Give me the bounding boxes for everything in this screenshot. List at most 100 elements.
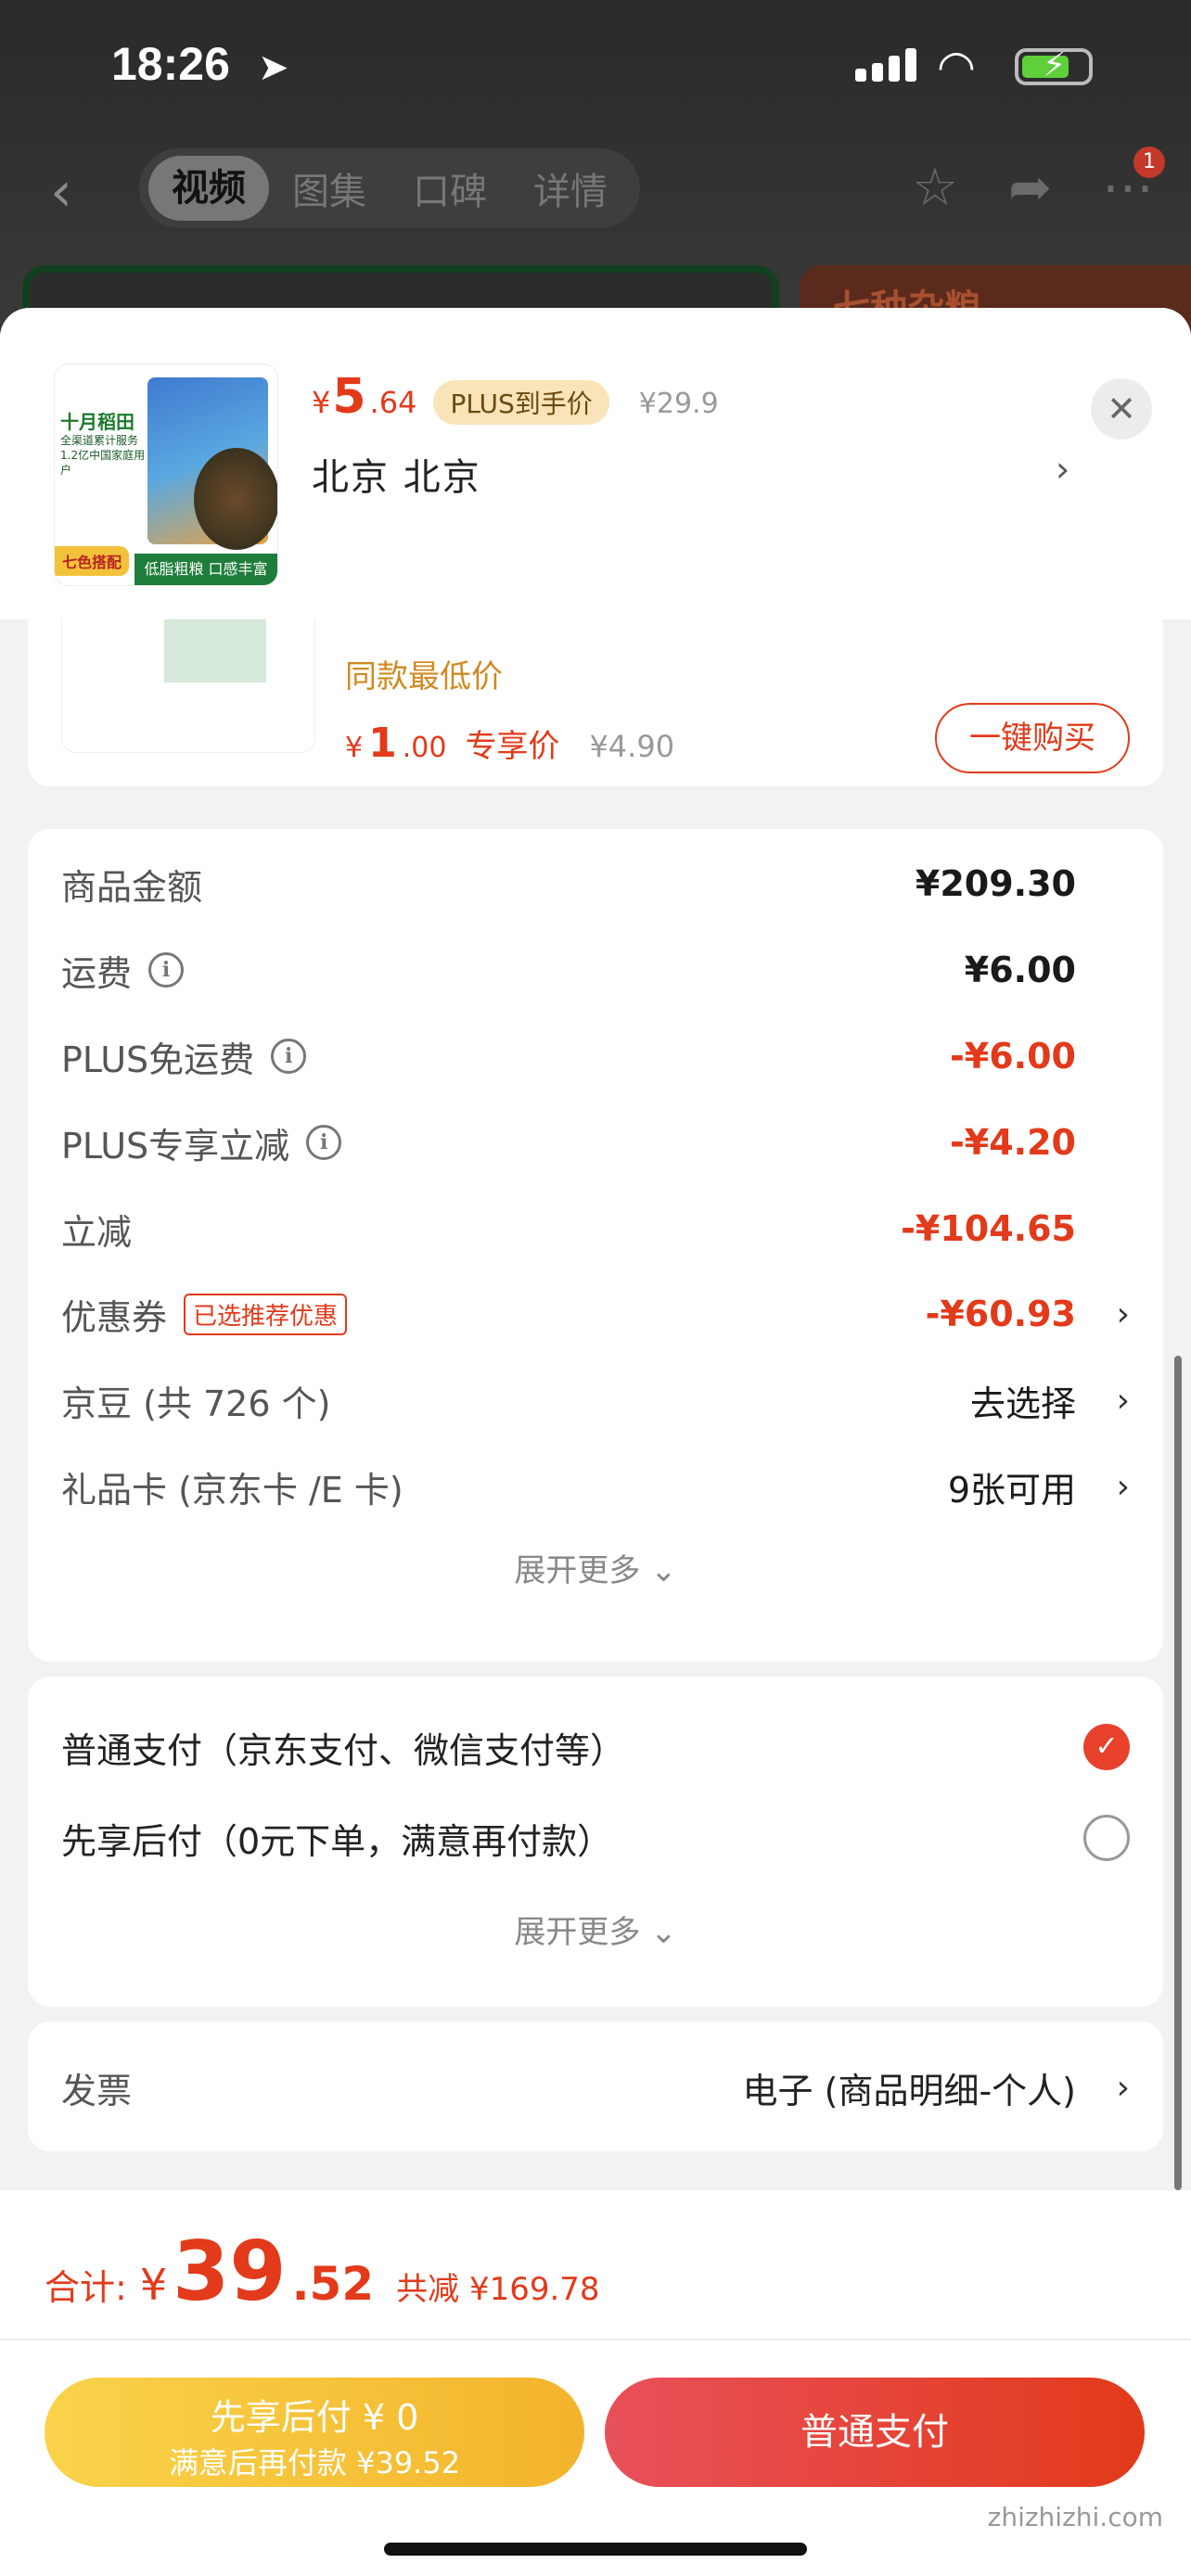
nav-tabs: 视频 图集 口碑 详情: [139, 148, 640, 228]
price-decimal: .64: [369, 385, 417, 420]
expand-more-fees[interactable]: 展开更多 ⌄: [28, 1545, 1163, 1590]
footer-divider: [0, 2339, 1191, 2340]
order-total: 合计: ¥ 39 .52 共减 ¥169.78: [45, 2224, 600, 2319]
gift-card-row[interactable]: 礼品卡 (京东卡 /E 卡) 9张可用 ›: [61, 1454, 1130, 1519]
coupon-label: 优惠券: [61, 1296, 168, 1338]
payment-option-normal[interactable]: 普通支付（京东支付、微信支付等） ✓: [61, 1710, 1130, 1784]
tab-reviews[interactable]: 口碑: [390, 161, 510, 215]
fee-breakdown-card: 商品金额 ¥209.30 运费 i ¥6.00 PLUS免运费 i -¥6.00 P…: [28, 829, 1163, 1328]
product-nav-bar: ‹ 视频 图集 口碑 详情 ☆ ➦ ⋯ 1: [0, 147, 1191, 232]
promo-product-image: [61, 605, 315, 753]
original-price: ¥29.9: [638, 388, 719, 420]
checkout-sheet: 十月稻田 全渠道累计服务 1.2亿中国家庭用户 七色搭配 低脂粗粮 口感丰富 ¥…: [0, 308, 1191, 2576]
jd-beans-value: 去选择: [969, 1383, 1076, 1424]
promo-label: 专享价: [465, 728, 560, 765]
total-integer: 39: [173, 2224, 287, 2319]
total-decimal: .52: [291, 2257, 375, 2311]
jd-beans-row[interactable]: 京豆 (共 726 个) 去选择 ›: [61, 1368, 1130, 1433]
chevron-right-icon: ›: [1116, 1381, 1130, 1420]
payment-method-card: 普通支付（京东支付、微信支付等） ✓ 先享后付（0元下单，满意再付款） 展开更多…: [28, 1677, 1163, 2007]
delivery-address[interactable]: 北京 北京: [312, 447, 481, 501]
shipping-row: 运费 i ¥6.00: [61, 937, 1130, 1002]
chevron-right-icon[interactable]: ›: [1056, 449, 1069, 490]
coupon-row[interactable]: 优惠券 已选推荐优惠 -¥60.93 ›: [61, 1282, 1130, 1346]
tab-details[interactable]: 详情: [510, 161, 631, 215]
gift-card-label: 礼品卡 (京东卡 /E 卡): [61, 1469, 403, 1511]
invoice-row[interactable]: 发票 电子 (商品明细-个人) ›: [61, 2055, 1130, 2120]
instant-discount-row: 立减 -¥104.65: [61, 1196, 1130, 1261]
unchecked-radio-icon[interactable]: [1083, 1815, 1130, 1861]
normal-pay-button[interactable]: 普通支付: [605, 2378, 1145, 2487]
coupon-tag: 已选推荐优惠: [184, 1293, 348, 1335]
product-grain-image: [194, 448, 277, 550]
plus-free-shipping-value: -¥6.00: [950, 1036, 1076, 1077]
one-click-buy-button[interactable]: 一键购买: [935, 703, 1130, 773]
total-currency: ¥: [139, 2260, 168, 2310]
invoice-card[interactable]: 发票 电子 (商品明细-个人) ›: [28, 2021, 1163, 2151]
product-thumbnail: 十月稻田 全渠道累计服务 1.2亿中国家庭用户 七色搭配 低脂粗粮 口感丰富: [54, 363, 278, 586]
price-currency: ¥: [312, 385, 331, 420]
shipping-value: ¥6.00: [964, 950, 1076, 990]
payment-option-later[interactable]: 先享后付（0元下单，满意再付款）: [61, 1801, 1130, 1875]
goods-amount-row: 商品金额 ¥209.30: [61, 851, 1130, 916]
instant-discount-label: 立减: [61, 1211, 133, 1253]
payment-later-label: 先享后付（0元下单，满意再付款）: [61, 1820, 613, 1862]
total-label: 合计:: [45, 2267, 127, 2308]
invoice-label: 发票: [61, 2070, 133, 2111]
favorite-star-icon[interactable]: ☆: [912, 158, 958, 218]
thumbnail-banner: 低脂粗粮 口感丰富: [134, 554, 277, 585]
promo-note: 同款最低价: [345, 658, 503, 695]
info-icon[interactable]: i: [306, 1125, 342, 1160]
status-time: 18:26: [111, 38, 230, 90]
plus-discount-label: PLUS专享立减: [61, 1125, 290, 1167]
back-icon[interactable]: ‹: [50, 159, 72, 224]
fee-breakdown-card-lower: 优惠券 已选推荐优惠 -¥60.93 › 京豆 (共 726 个) 去选择 › 礼…: [28, 1282, 1163, 1662]
wifi-icon: ◠: [937, 41, 976, 93]
coupon-value: -¥60.93: [925, 1294, 1076, 1334]
plus-discount-value: -¥4.20: [950, 1122, 1076, 1163]
promo-currency: ¥: [345, 732, 364, 764]
plus-price-badge: PLUS到手价: [433, 380, 609, 425]
total-saved: 共减 ¥169.78: [396, 2271, 600, 2308]
shipping-label: 运费: [61, 952, 133, 994]
chevron-right-icon: ›: [1116, 1294, 1130, 1333]
jd-beans-label: 京豆 (共 726 个): [61, 1383, 331, 1424]
thumbnail-brand: 十月稻田: [60, 411, 134, 433]
promo-price-decimal: .00: [402, 732, 447, 764]
share-icon[interactable]: ➦: [1008, 158, 1052, 218]
pay-later-button[interactable]: 先享后付 ¥ 0 满意后再付款 ¥39.52: [45, 2378, 584, 2487]
plus-discount-row: PLUS专享立减 i -¥4.20: [61, 1110, 1130, 1175]
location-arrow-icon: ➤: [258, 46, 289, 89]
plus-free-shipping-row: PLUS免运费 i -¥6.00: [61, 1024, 1130, 1089]
promo-price: ¥ 1 .00 专享价 ¥4.90: [345, 720, 674, 767]
info-icon[interactable]: i: [148, 952, 185, 988]
thumbnail-tag: 七色搭配: [55, 546, 130, 576]
pay-later-title: 先享后付 ¥ 0: [210, 2397, 419, 2438]
close-icon: ✕: [1107, 389, 1136, 429]
info-icon[interactable]: i: [271, 1039, 307, 1074]
cellular-signal-icon: [855, 48, 916, 82]
home-indicator[interactable]: [384, 2543, 807, 2556]
sheet-header: 十月稻田 全渠道累计服务 1.2亿中国家庭用户 七色搭配 低脂粗粮 口感丰富 ¥…: [0, 308, 1191, 619]
tab-gallery[interactable]: 图集: [269, 161, 390, 215]
battery-icon: ⚡: [1015, 46, 1093, 85]
promo-was-price: ¥4.90: [589, 729, 675, 764]
close-button[interactable]: ✕: [1091, 378, 1152, 440]
price-integer: 5: [332, 369, 366, 425]
gift-card-value: 9张可用: [947, 1469, 1076, 1511]
chevron-right-icon: ›: [1116, 1467, 1130, 1506]
scrollbar[interactable]: [1174, 1356, 1182, 2190]
instant-discount-value: -¥104.65: [901, 1208, 1076, 1249]
thumbnail-subtext: 全渠道累计服务 1.2亿中国家庭用户: [60, 434, 146, 477]
message-badge: 1: [1133, 147, 1165, 178]
expand-more-payment[interactable]: 展开更多 ⌄: [28, 1906, 1163, 1952]
tab-video[interactable]: 视频: [148, 156, 269, 221]
status-bar: 18:26 ➤ ◠ ⚡: [0, 37, 1191, 102]
watermark: zhizhizhi.com: [987, 2502, 1163, 2532]
product-price: ¥ 5 .64 PLUS到手价 ¥29.9: [312, 369, 719, 425]
goods-amount-value: ¥209.30: [915, 863, 1076, 904]
invoice-value: 电子 (商品明细-个人): [742, 2070, 1076, 2111]
chevron-right-icon: ›: [1116, 2068, 1130, 2107]
promo-price-integer: 1: [368, 720, 397, 767]
checked-radio-icon[interactable]: ✓: [1083, 1724, 1130, 1770]
